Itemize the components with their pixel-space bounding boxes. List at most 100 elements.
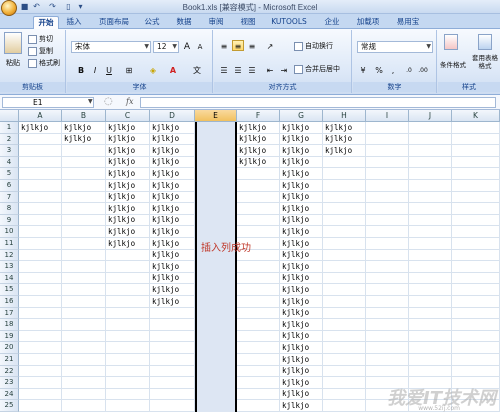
cell-c7[interactable]: kjlkjo — [108, 192, 135, 202]
align-middle-icon[interactable]: ≡ — [232, 40, 244, 51]
borders-icon[interactable]: ⊞ — [123, 64, 135, 75]
column-header-g[interactable]: G — [280, 110, 323, 122]
tab-enterprise[interactable]: 企业 — [320, 16, 344, 29]
align-left-icon[interactable]: ☰ — [218, 64, 230, 75]
cell-g23[interactable]: kjlkjo — [282, 378, 309, 388]
selected-column-e[interactable] — [195, 122, 237, 412]
cell-c9[interactable]: kjlkjo — [108, 215, 135, 225]
row-header[interactable]: 11 — [0, 238, 19, 250]
select-all-corner[interactable] — [0, 110, 19, 122]
percent-icon[interactable]: % — [373, 64, 385, 75]
insert-function-icon[interactable]: fx — [126, 97, 133, 106]
tab-view[interactable]: 视图 — [236, 16, 260, 29]
align-center-icon[interactable]: ☰ — [232, 64, 244, 75]
tab-insert[interactable]: 插入 — [62, 16, 86, 29]
row-header[interactable]: 6 — [0, 180, 19, 192]
cell-g14[interactable]: kjlkjo — [282, 273, 309, 283]
row-header[interactable]: 22 — [0, 365, 19, 378]
column-header-d[interactable]: D — [150, 110, 195, 122]
shrink-font-icon[interactable]: A — [194, 41, 206, 52]
cell-g19[interactable]: kjlkjo — [282, 331, 309, 341]
cell-d12[interactable]: kjlkjo — [152, 250, 179, 260]
row-header[interactable]: 13 — [0, 261, 19, 273]
row-header[interactable]: 5 — [0, 168, 19, 180]
cell-a1[interactable]: kjlkjo — [21, 123, 48, 133]
align-bottom-icon[interactable]: ≡ — [246, 40, 258, 51]
italic-button[interactable]: I — [89, 64, 101, 75]
paste-icon[interactable] — [4, 32, 22, 54]
cell-c11[interactable]: kjlkjo — [108, 239, 135, 249]
copy-button[interactable]: 复制 — [28, 46, 53, 56]
cell-d9[interactable]: kjlkjo — [152, 215, 179, 225]
cell-d2[interactable]: kjlkjo — [152, 134, 179, 144]
cell-d11[interactable]: kjlkjo — [152, 239, 179, 249]
chevron-down-icon[interactable]: ▼ — [88, 98, 93, 105]
row-header[interactable]: 15 — [0, 284, 19, 296]
font-size-combo[interactable]: 12 ▼ — [153, 41, 179, 53]
cell-g9[interactable]: kjlkjo — [282, 215, 309, 225]
formula-expander-icon[interactable]: ◌ — [104, 96, 113, 107]
cell-g18[interactable]: kjlkjo — [282, 320, 309, 330]
cell-g8[interactable]: kjlkjo — [282, 204, 309, 214]
cell-d6[interactable]: kjlkjo — [152, 181, 179, 191]
row-header[interactable]: 23 — [0, 377, 19, 389]
fill-color-icon[interactable]: ◈ — [147, 64, 159, 75]
increase-indent-icon[interactable]: ⇥ — [278, 64, 290, 75]
cell-h3[interactable]: kjlkjo — [325, 146, 352, 156]
cell-d10[interactable]: kjlkjo — [152, 227, 179, 237]
row-header[interactable]: 10 — [0, 226, 19, 238]
cell-c8[interactable]: kjlkjo — [108, 204, 135, 214]
grow-font-icon[interactable]: A — [181, 41, 193, 52]
row-header[interactable]: 12 — [0, 249, 19, 262]
wrap-text-button[interactable]: 自动换行 — [294, 41, 333, 51]
cell-c6[interactable]: kjlkjo — [108, 181, 135, 191]
conditional-formatting-icon[interactable] — [444, 34, 458, 50]
row-header[interactable]: 7 — [0, 191, 19, 204]
table-format-icon[interactable] — [478, 34, 492, 50]
tab-add-ins[interactable]: 加载项 — [352, 16, 384, 29]
format-painter-button[interactable]: 格式刷 — [28, 58, 60, 68]
cell-g20[interactable]: kjlkjo — [282, 343, 309, 353]
align-right-icon[interactable]: ☰ — [246, 64, 258, 75]
row-header[interactable]: 18 — [0, 319, 19, 331]
cell-d1[interactable]: kjlkjo — [152, 123, 179, 133]
cell-g10[interactable]: kjlkjo — [282, 227, 309, 237]
align-top-icon[interactable]: ≡ — [218, 40, 230, 51]
phonetic-icon[interactable]: 文 — [191, 64, 203, 75]
cell-g6[interactable]: kjlkjo — [282, 181, 309, 191]
cell-f3[interactable]: kjlkjo — [239, 146, 266, 156]
cell-d16[interactable]: kjlkjo — [152, 297, 179, 307]
cut-button[interactable]: 剪切 — [28, 34, 53, 44]
number-format-combo[interactable]: 常规 ▼ — [357, 41, 433, 53]
cell-d8[interactable]: kjlkjo — [152, 204, 179, 214]
cell-d4[interactable]: kjlkjo — [152, 157, 179, 167]
cell-g16[interactable]: kjlkjo — [282, 297, 309, 307]
cell-d5[interactable]: kjlkjo — [152, 169, 179, 179]
tab-kutools[interactable]: KUTOOLS — [268, 16, 310, 29]
row-header[interactable]: 3 — [0, 145, 19, 157]
column-header-k[interactable]: K — [452, 110, 500, 122]
cell-b2[interactable]: kjlkjo — [64, 134, 91, 144]
row-header[interactable]: 2 — [0, 133, 19, 146]
tab-formulas[interactable]: 公式 — [140, 16, 164, 29]
cell-g1[interactable]: kjlkjo — [282, 123, 309, 133]
cell-g15[interactable]: kjlkjo — [282, 285, 309, 295]
column-header-a[interactable]: A — [19, 110, 62, 122]
cell-c2[interactable]: kjlkjo — [108, 134, 135, 144]
cell-g13[interactable]: kjlkjo — [282, 262, 309, 272]
column-header-i[interactable]: I — [366, 110, 409, 122]
formula-input[interactable] — [140, 97, 496, 108]
cell-f1[interactable]: kjlkjo — [239, 123, 266, 133]
cell-g12[interactable]: kjlkjo — [282, 250, 309, 260]
cell-g7[interactable]: kjlkjo — [282, 192, 309, 202]
row-header[interactable]: 4 — [0, 156, 19, 169]
bold-button[interactable]: B — [75, 64, 87, 75]
column-header-e[interactable]: E — [195, 110, 237, 122]
cell-g22[interactable]: kjlkjo — [282, 366, 309, 376]
row-header[interactable]: 17 — [0, 307, 19, 320]
row-header[interactable]: 8 — [0, 203, 19, 215]
tab-easy-use[interactable]: 易用宝 — [392, 16, 424, 29]
cell-h2[interactable]: kjlkjo — [325, 134, 352, 144]
currency-icon[interactable]: ¥ — [357, 64, 369, 75]
name-box[interactable]: E1 — [2, 97, 94, 108]
